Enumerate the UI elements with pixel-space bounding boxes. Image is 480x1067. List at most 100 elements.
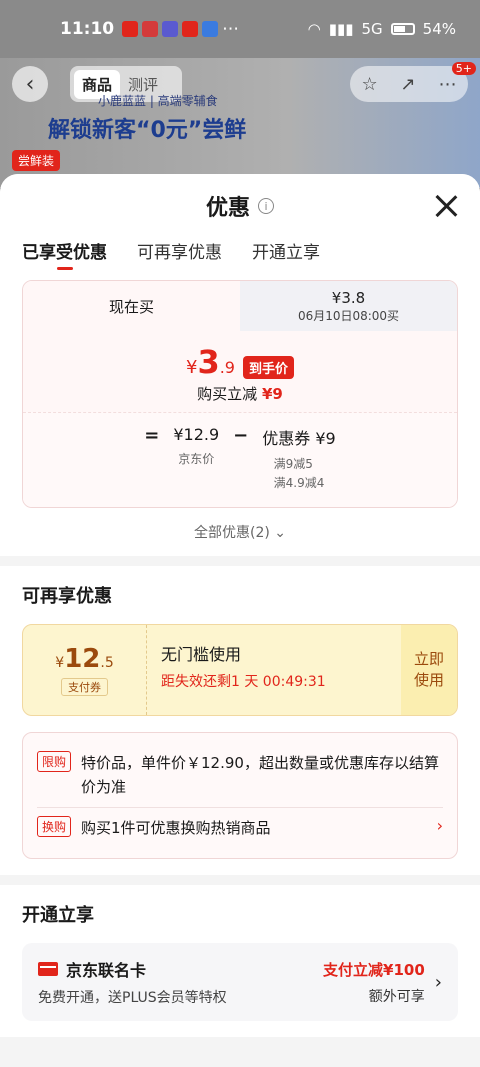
top-actions: ☆ ↗ ⋯ xyxy=(350,66,468,102)
status-bar: 11:10 ⋯ ◠ ▮▮▮ 5G 54% xyxy=(0,0,480,58)
tab-buy-now-label: 现在买 xyxy=(108,297,154,316)
rule-limit: 限购 特价品，单件价￥12.90，超出数量或优惠库存以结算价为准 xyxy=(37,743,443,807)
sheet-header: 优惠 i xyxy=(0,174,480,238)
tab-buy-now[interactable]: 现在买 xyxy=(23,281,240,331)
app-icon xyxy=(202,21,219,37)
equals-sign: = xyxy=(144,425,160,446)
coupon-type: 支付券 xyxy=(61,678,108,697)
rule-text-exchange: 购买1件可优惠换购热销商品 xyxy=(81,819,271,838)
jd-card-name-row: 京东联名卡 xyxy=(38,957,227,981)
coupon-rule-1: 满9减5 xyxy=(273,457,313,471)
star-icon[interactable]: ☆ xyxy=(361,74,377,95)
rule-exchange[interactable]: 换购 购买1件可优惠换购热销商品 › xyxy=(37,807,443,848)
coupon-info: 无门槛使用 距失效还剩1 天 00:49:31 xyxy=(147,625,401,715)
promo-tag: 尝鲜装 xyxy=(12,150,61,171)
chevron-right-icon: › xyxy=(434,971,442,993)
jd-card-name: 京东联名卡 xyxy=(66,961,147,981)
app-icon xyxy=(182,21,199,37)
section-title-open: 开通立享 xyxy=(22,905,94,927)
jd-card-info: 京东联名卡 免费开通，送PLUS会员等特权 xyxy=(38,957,227,1007)
back-button[interactable]: ‹ xyxy=(12,66,48,102)
rule-badge-exchange: 换购 xyxy=(37,816,72,838)
use-now-label: 立即 使用 xyxy=(413,650,444,690)
promo-brand: 小鹿蓝蓝 | 高端零辅食 xyxy=(98,94,218,108)
final-price-tag: 到手价 xyxy=(242,356,294,379)
all-discounts-label: 全部优惠(2) xyxy=(193,525,270,542)
jd-cobrand-card[interactable]: 京东联名卡 免费开通，送PLUS会员等特权 支付立减¥100 额外可享 › xyxy=(22,943,458,1022)
coupon-card: ¥12.5 支付券 无门槛使用 距失效还剩1 天 00:49:31 立即 使用 xyxy=(22,624,458,717)
coupon-amount-integer: 12 xyxy=(64,644,101,675)
tab-open[interactable]: 开通立享 xyxy=(252,238,320,280)
jd-card-desc: 免费开通，送PLUS会员等特权 xyxy=(38,990,227,1007)
app-icon xyxy=(142,21,159,37)
price-decimal: .9 xyxy=(219,358,235,377)
tab-buy-later[interactable]: ¥3.8 06月10日08:00买 xyxy=(240,281,457,331)
use-now-button[interactable]: 立即 使用 xyxy=(401,625,457,716)
price-currency: ¥ xyxy=(186,357,198,378)
jd-price-col: ¥12.9 京东价 xyxy=(173,425,219,493)
info-icon[interactable]: i xyxy=(258,198,274,214)
tab-enjoyed[interactable]: 已享受优惠 xyxy=(22,238,107,280)
price-time-tabs: 现在买 ¥3.8 06月10日08:00买 xyxy=(23,281,457,331)
coupon-amount-value: ¥12.5 xyxy=(55,644,113,674)
rule-text-limit: 特价品，单件价￥12.90，超出数量或优惠库存以结算价为准 xyxy=(81,754,439,797)
battery-icon xyxy=(390,23,415,35)
credit-card-icon xyxy=(38,962,58,977)
coupon-currency: ¥ xyxy=(55,655,65,672)
notification-icons: ⋯ xyxy=(122,19,239,39)
jd-price: ¥12.9 xyxy=(173,425,220,444)
coupon-col: 优惠券 ¥9 满9减5 满4.9减4 xyxy=(262,425,335,493)
coupon-amount-decimal: .5 xyxy=(100,655,114,672)
jd-card-offer-note: 额外可享 xyxy=(368,988,425,1005)
more-icon[interactable]: ⋯ xyxy=(439,74,457,95)
all-discounts-link[interactable]: 全部优惠(2) ⌄ xyxy=(0,522,480,542)
message-badge: 5+ xyxy=(451,62,476,75)
chevron-down-icon: ⌄ xyxy=(274,525,287,542)
coupon-expiry: 距失效还剩1 天 00:49:31 xyxy=(161,674,326,691)
final-price-block: ¥ 3 .9 到手价 购买立减 ¥9 xyxy=(23,331,457,412)
section-title-more: 可再享优惠 xyxy=(22,586,112,608)
coupon-value: ¥12.5 支付券 xyxy=(23,625,147,716)
final-price: ¥ 3 .9 到手价 xyxy=(23,343,457,381)
reduce-label: 购买立减 xyxy=(197,385,258,403)
reduce-amount: ¥9 xyxy=(261,385,283,403)
price-card: 现在买 ¥3.8 06月10日08:00买 ¥ 3 .9 到手价 购买立减 ¥9 xyxy=(22,280,458,509)
minus-sign: − xyxy=(233,425,249,446)
jd-card-offer-amount: 支付立减¥100 xyxy=(323,960,425,979)
reduce-line: 购买立减 ¥9 xyxy=(23,383,457,404)
network-type: 5G xyxy=(361,20,383,38)
share-icon[interactable]: ↗ xyxy=(401,74,416,95)
purchase-rules: 限购 特价品，单件价￥12.90，超出数量或优惠库存以结算价为准 换购 购买1件… xyxy=(22,732,458,860)
jd-app-icon xyxy=(122,21,139,37)
tab-more[interactable]: 可再享优惠 xyxy=(137,238,222,280)
coupon-amount: 优惠券 ¥9 xyxy=(262,429,336,448)
coupon-rule-2: 满4.9减4 xyxy=(273,476,325,491)
wifi-icon: ◠ xyxy=(307,20,321,38)
jd-price-label: 京东价 xyxy=(178,452,215,466)
coupon-rules: 满9减5 满4.9减4 xyxy=(274,455,325,493)
chevron-left-icon: ‹ xyxy=(25,71,35,97)
discount-sheet: 优惠 i 已享受优惠 可再享优惠 开通立享 现在买 ¥3.8 06月10日08:… xyxy=(0,174,480,1067)
later-price: ¥3.8 xyxy=(331,288,366,307)
sheet-top: 优惠 i 已享受优惠 可再享优惠 开通立享 现在买 ¥3.8 06月10日08:… xyxy=(0,174,480,557)
price-formula: = ¥12.9 京东价 − 优惠券 ¥9 满9减5 满4.9减4 xyxy=(23,412,457,508)
later-time: 06月10日08:00买 xyxy=(297,308,400,323)
coupon-desc: 无门槛使用 xyxy=(161,645,242,665)
jd-card-offer: 支付立减¥100 额外可享 xyxy=(323,959,425,1006)
chevron-right-icon: › xyxy=(436,816,443,836)
close-icon[interactable] xyxy=(432,192,460,220)
sheet-tabs: 已享受优惠 可再享优惠 开通立享 xyxy=(0,238,480,280)
price-integer: 3 xyxy=(197,343,220,381)
battery-level: 54% xyxy=(422,20,456,38)
product-page-background: ‹ 商品 测评 ☆ ↗ ⋯ 5+ 小鹿蓝蓝 | 高端零辅食 解锁新客“0元”尝鲜… xyxy=(0,58,480,188)
status-time: 11:10 xyxy=(60,19,115,39)
signal-icon: ▮▮▮ xyxy=(328,20,354,38)
status-right: ◠ ▮▮▮ 5G 54% xyxy=(308,20,456,38)
app-icon xyxy=(162,21,179,37)
sheet-title: 优惠 xyxy=(205,196,250,221)
rule-badge-limit: 限购 xyxy=(37,751,72,773)
promo-headline: 解锁新客“0元”尝鲜 xyxy=(48,118,247,143)
more-dots-icon: ⋯ xyxy=(222,19,240,39)
open-enjoy-section: 开通立享 京东联名卡 免费开通，送PLUS会员等特权 支付立减¥100 额外可享… xyxy=(0,885,480,1038)
more-discounts-section: 可再享优惠 ¥12.5 支付券 无门槛使用 距失效还剩1 天 00:49:31 … xyxy=(0,566,480,876)
